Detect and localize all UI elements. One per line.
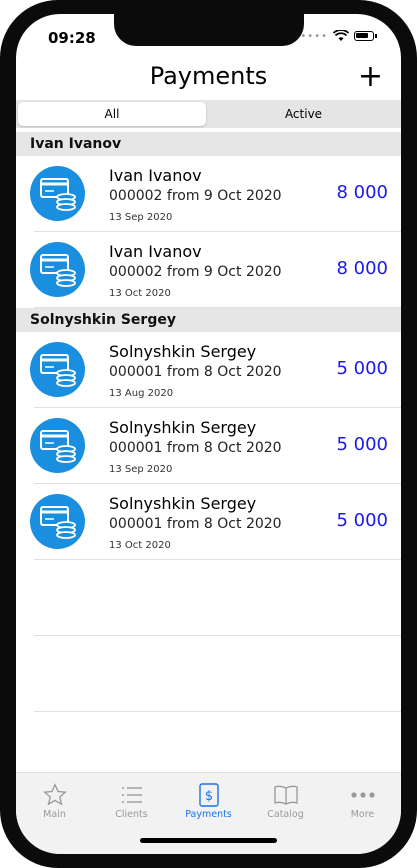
status-time: 09:28: [48, 29, 96, 47]
tab-clients[interactable]: Clients: [93, 781, 170, 820]
star-icon: [42, 783, 67, 806]
document-ref: 000002 from 9 Oct 2020: [109, 188, 282, 204]
page-title: Payments: [149, 62, 268, 90]
payment-card-icon: [30, 418, 85, 473]
payment-amount: 5 000: [336, 358, 388, 379]
tab-catalog-label: Catalog: [267, 809, 304, 820]
dollar-icon: $: [198, 783, 219, 807]
battery-icon: [354, 31, 374, 41]
payer-name: Solnyshkin Sergey: [109, 494, 257, 513]
tab-clients-label: Clients: [115, 809, 148, 820]
payment-date: 13 Oct 2020: [109, 288, 171, 299]
payment-row[interactable]: Solnyshkin Sergey 000001 from 8 Oct 2020 1…: [30, 408, 401, 484]
more-icon: [350, 792, 375, 798]
payment-row[interactable]: Solnyshkin Sergey 000001 from 8 Oct 2020 1…: [30, 484, 401, 560]
screen: 09:28 •••• Payments + All Active Ivan Iv…: [16, 14, 401, 854]
section-header: Ivan Ivanov: [16, 132, 401, 156]
book-icon: [273, 785, 298, 805]
empty-row: [34, 636, 401, 712]
payer-name: Solnyshkin Sergey: [109, 342, 257, 361]
payment-date: 13 Sep 2020: [109, 212, 173, 223]
section-header: Solnyshkin Sergey: [16, 308, 401, 332]
payment-card-icon: [30, 342, 85, 397]
home-indicator: [140, 838, 277, 843]
payment-card-icon: [30, 166, 85, 221]
payments-list: Ivan Ivanov Ivan Ivanov 000002 from 9 Oct …: [16, 132, 401, 788]
notch: [114, 14, 304, 46]
add-button[interactable]: +: [358, 62, 383, 92]
payment-date: 13 Oct 2020: [109, 540, 171, 551]
payment-amount: 8 000: [336, 258, 388, 279]
payment-date: 13 Sep 2020: [109, 464, 173, 475]
status-icons: ••••: [300, 30, 377, 42]
tab-more[interactable]: More: [324, 781, 401, 820]
document-ref: 000001 from 8 Oct 2020: [109, 516, 282, 532]
payment-row[interactable]: Ivan Ivanov 000002 from 9 Oct 2020 13 Sep …: [30, 156, 401, 232]
tab-payments[interactable]: $ Payments: [170, 781, 247, 820]
payment-card-icon: [30, 242, 85, 297]
segmented-control: All Active: [16, 100, 401, 128]
tab-catalog[interactable]: Catalog: [247, 781, 324, 820]
wifi-icon: [333, 30, 349, 41]
payment-amount: 5 000: [336, 434, 388, 455]
document-ref: 000001 from 8 Oct 2020: [109, 440, 282, 456]
payment-row[interactable]: Ivan Ivanov 000002 from 9 Oct 2020 13 Oct …: [30, 232, 401, 308]
payer-name: Ivan Ivanov: [109, 166, 202, 185]
payment-date: 13 Aug 2020: [109, 388, 174, 399]
signal-icon: ••••: [300, 30, 328, 42]
payment-amount: 5 000: [336, 510, 388, 531]
document-ref: 000002 from 9 Oct 2020: [109, 264, 282, 280]
tab-more-label: More: [350, 809, 375, 820]
phone-frame: 09:28 •••• Payments + All Active Ivan Iv…: [0, 0, 417, 868]
segment-active[interactable]: Active: [208, 102, 399, 126]
payment-amount: 8 000: [336, 182, 388, 203]
payer-name: Ivan Ivanov: [109, 242, 202, 261]
segment-all[interactable]: All: [18, 102, 206, 126]
list-icon: [121, 787, 142, 803]
tab-main-label: Main: [43, 809, 66, 820]
payer-name: Solnyshkin Sergey: [109, 418, 257, 437]
svg-text:$: $: [204, 789, 212, 804]
document-ref: 000001 from 8 Oct 2020: [109, 364, 282, 380]
payment-row[interactable]: Solnyshkin Sergey 000001 from 8 Oct 2020 1…: [30, 332, 401, 408]
tab-payments-label: Payments: [185, 809, 232, 820]
tab-main[interactable]: Main: [16, 781, 93, 820]
payment-card-icon: [30, 494, 85, 549]
empty-row: [34, 560, 401, 636]
